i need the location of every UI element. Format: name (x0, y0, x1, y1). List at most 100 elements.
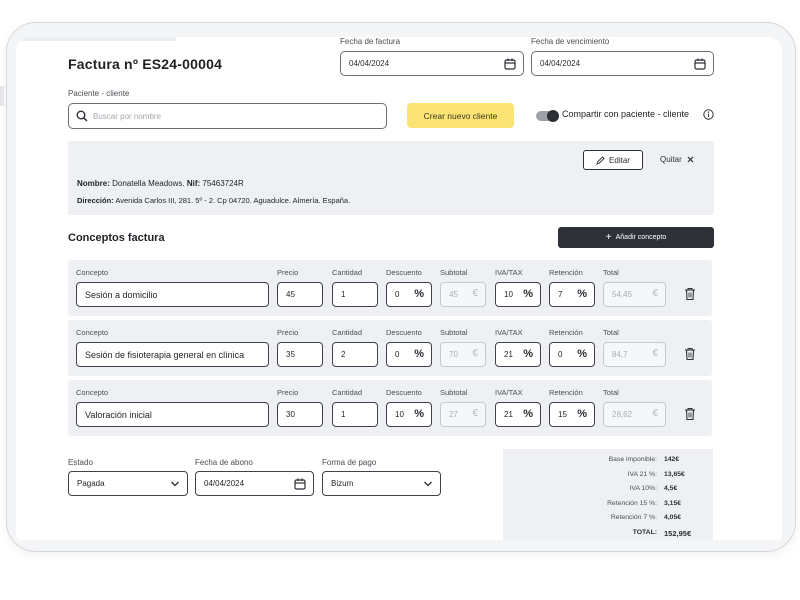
retencion-field[interactable]: 0% (549, 342, 595, 367)
retencion-label: Retención (549, 268, 583, 277)
retencion-field[interactable]: 15% (549, 402, 595, 427)
retencion-value: 15 (558, 410, 567, 419)
calendar-icon[interactable] (504, 58, 516, 70)
descuento-field[interactable]: 10% (386, 402, 432, 427)
cantidad-field[interactable]: 1 (332, 402, 378, 427)
concepto-value: Valoración inicial (85, 409, 152, 420)
invoice-date-label: Fecha de factura (340, 37, 401, 46)
share-toggle-knob (547, 110, 559, 122)
precio-field[interactable]: 35 (277, 342, 323, 367)
summary-value: 4,5€ (664, 485, 678, 493)
client-address-key: Dirección: (77, 196, 114, 205)
iva-field[interactable]: 21% (495, 342, 541, 367)
trash-icon[interactable] (684, 287, 696, 301)
summary-label: IVA 10%: (629, 485, 657, 493)
edit-button[interactable]: Editar (583, 150, 643, 170)
plus-icon: + (605, 232, 612, 243)
summary-label: Base imponible: (608, 456, 657, 463)
add-concept-button[interactable]: + Añadir concepto (558, 227, 714, 248)
tablet-side-button (0, 86, 4, 106)
chevron-down-icon (171, 481, 179, 487)
calendar-icon[interactable] (694, 58, 706, 70)
summary-value: 4,05€ (664, 514, 682, 522)
top-band (16, 37, 176, 41)
status-value: Pagada (77, 479, 105, 488)
concepto-field[interactable]: Sesión a domicilio (76, 282, 269, 307)
concepto-label: Concepto (76, 268, 109, 277)
close-icon (687, 156, 694, 163)
share-label: Compartir con paciente - cliente (562, 109, 690, 119)
percent-suffix: % (523, 408, 533, 420)
descuento-field[interactable]: 0% (386, 282, 432, 307)
concepto-label: Concepto (76, 388, 109, 397)
summary-label: Retención 7 %: (610, 514, 657, 522)
iva-value: 21 (504, 410, 513, 419)
calendar-icon[interactable] (294, 478, 306, 490)
payment-method-label: Forma de pago (322, 458, 377, 467)
invoice-screen: Factura nº ES24-00004 Fecha de factura 0… (16, 37, 782, 540)
cantidad-value: 2 (341, 350, 346, 359)
descuento-value: 0 (395, 350, 400, 359)
precio-label: Precio (277, 388, 299, 397)
info-icon[interactable] (703, 109, 714, 120)
subtotal-value: 70 (449, 350, 458, 359)
concepto-field[interactable]: Sesión de fisioterapia general en clínic… (76, 342, 269, 367)
percent-suffix: % (414, 288, 424, 300)
summary-value: 152,95€ (664, 529, 692, 538)
concepto-value: Sesión de fisioterapia general en clínic… (85, 349, 245, 360)
concepto-field[interactable]: Valoración inicial (76, 402, 269, 427)
share-toggle[interactable] (536, 110, 559, 122)
iva-field[interactable]: 21% (495, 402, 541, 427)
remove-client-button[interactable]: Quitar (660, 155, 694, 164)
retencion-value: 0 (558, 350, 563, 359)
create-client-button[interactable]: Crear nuevo cliente (407, 103, 514, 128)
client-name-key: Nombre: (77, 179, 110, 188)
cantidad-label: Cantidad (332, 268, 363, 277)
percent-suffix: % (577, 288, 587, 300)
descuento-field[interactable]: 0% (386, 342, 432, 367)
precio-value: 30 (286, 410, 295, 419)
total-field: 54,45 € (603, 282, 666, 307)
cantidad-field[interactable]: 2 (332, 342, 378, 367)
retencion-label: Retención (549, 388, 583, 397)
client-address-line: Dirección: Avenida Carlos III, 281. 5º -… (77, 196, 350, 205)
status-select[interactable]: Pagada (68, 471, 188, 496)
percent-suffix: % (414, 408, 424, 420)
percent-suffix: % (523, 288, 533, 300)
payment-date-field[interactable]: 04/04/2024 (195, 471, 314, 496)
retencion-value: 7 (558, 290, 563, 299)
add-concept-label: Añadir concepto (615, 234, 667, 241)
subtotal-label: Subtotal (440, 388, 468, 397)
summary-label: Retención 15 %: (607, 499, 657, 507)
trash-icon[interactable] (684, 407, 696, 421)
payment-date-label: Fecha de abono (195, 458, 253, 467)
payment-date-value: 04/04/2024 (204, 479, 245, 488)
summary-label: IVA 21 %: (627, 470, 657, 478)
iva-label: IVA/TAX (495, 328, 523, 337)
concept-row: Concepto Sesión de fisioterapia general e… (68, 320, 712, 376)
due-date-field[interactable]: 04/04/2024 (531, 51, 714, 76)
euro-suffix: € (472, 408, 478, 419)
client-nif-key: Nif: (186, 179, 201, 188)
precio-field[interactable]: 30 (277, 402, 323, 427)
total-value: 28,62 (612, 410, 633, 419)
precio-value: 35 (286, 350, 295, 359)
iva-field[interactable]: 10% (495, 282, 541, 307)
subtotal-label: Subtotal (440, 268, 468, 277)
iva-value: 21 (504, 350, 513, 359)
totals-summary: Base imponible: 142€ IVA 21 %: 13,65€ IVA 10… (503, 449, 713, 540)
payment-method-value: Bizum (331, 479, 354, 488)
precio-label: Precio (277, 268, 299, 277)
retencion-field[interactable]: 7% (549, 282, 595, 307)
descuento-value: 10 (395, 410, 404, 419)
cantidad-field[interactable]: 1 (332, 282, 378, 307)
euro-suffix: € (652, 348, 658, 359)
invoice-date-field[interactable]: 04/04/2024 (340, 51, 524, 76)
client-search-input[interactable]: Buscar por nombre (68, 103, 387, 129)
trash-icon[interactable] (684, 347, 696, 361)
precio-field[interactable]: 45 (277, 282, 323, 307)
cantidad-label: Cantidad (332, 328, 363, 337)
total-label: Total (603, 388, 619, 397)
iva-label: IVA/TAX (495, 268, 523, 277)
payment-method-select[interactable]: Bizum (322, 471, 441, 496)
